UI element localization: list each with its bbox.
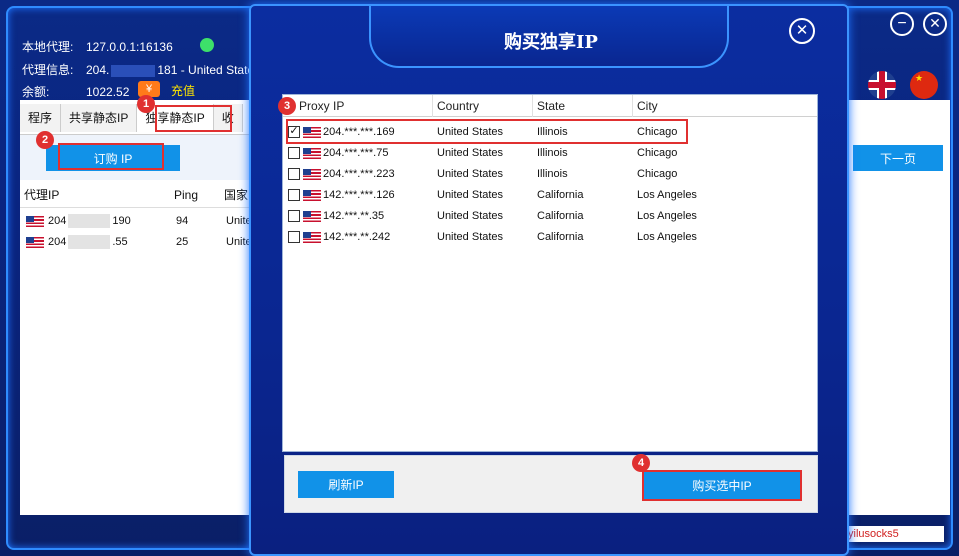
us-flag-icon xyxy=(303,231,321,243)
highlight-order-button xyxy=(58,143,164,170)
ip-value: 142.***.**.242 xyxy=(323,231,391,243)
state-value: California xyxy=(537,210,584,222)
col-ping: Ping xyxy=(174,187,199,202)
ping-value: 25 xyxy=(176,236,189,248)
table-row[interactable]: 204 .55 25 Unite xyxy=(20,232,260,252)
table-row[interactable]: 204.***.***.223 United States Illinois C… xyxy=(283,164,817,185)
us-flag-icon xyxy=(303,147,321,159)
row-checkbox[interactable] xyxy=(288,168,300,180)
step-badge-4: 4 xyxy=(632,454,650,472)
row-checkbox[interactable] xyxy=(288,210,300,222)
state-value: Illinois xyxy=(537,168,568,180)
col-city[interactable]: City xyxy=(633,95,817,117)
country-value: United States xyxy=(437,189,504,201)
row-checkbox[interactable] xyxy=(288,189,300,201)
table-row[interactable]: 142.***.**.242 United States California … xyxy=(283,227,817,248)
english-language-icon[interactable] xyxy=(868,71,896,99)
ip-prefix: 204 xyxy=(48,215,67,227)
recharge-link[interactable]: 充值 xyxy=(171,82,195,99)
close-icon[interactable]: ✕ xyxy=(923,12,947,36)
ip-suffix: .55 xyxy=(112,236,128,248)
ip-value: 204.***.***.223 xyxy=(323,168,395,180)
highlight-selected-row xyxy=(286,119,688,144)
step-badge-2: 2 xyxy=(36,131,54,149)
balance-value: 1022.52 xyxy=(86,85,130,99)
table-row[interactable]: 142.***.***.126 United States California… xyxy=(283,185,817,206)
country-value: Unite xyxy=(226,215,252,227)
table-row[interactable]: 204 190 94 Unite xyxy=(20,211,260,231)
city-value: Los Angeles xyxy=(637,231,697,243)
highlight-exclusive-tab xyxy=(155,105,232,132)
table-row[interactable]: 204.***.***.75 United States Illinois Ch… xyxy=(283,143,817,164)
country-value: Unite xyxy=(226,236,252,248)
redacted-ip-block xyxy=(111,64,156,77)
redacted-ip-block xyxy=(68,214,111,228)
ip-value: 142.***.***.126 xyxy=(323,189,395,201)
local-proxy-value: 127.0.0.1:16136 xyxy=(86,40,173,54)
redacted-ip-block xyxy=(68,235,111,249)
col-country[interactable]: Country xyxy=(433,95,533,117)
balance-row: 余额: 1022.52 xyxy=(22,83,129,100)
proxy-info-row: 代理信息: 204. 181 - United States xyxy=(22,61,260,78)
us-flag-icon xyxy=(303,189,321,201)
us-flag-icon xyxy=(303,210,321,222)
col-proxy-ip: 代理IP xyxy=(24,188,60,202)
proxy-info-value-suffix: 181 - United States xyxy=(157,63,261,77)
col-state[interactable]: State xyxy=(533,95,633,117)
ip-list-table: Proxy IP Country State City ✓ 204.***.**… xyxy=(282,94,818,452)
main-table-header: 代理IP Ping 国家 xyxy=(20,182,260,208)
tab-program[interactable]: 程序 xyxy=(20,104,62,132)
city-value: Chicago xyxy=(637,147,678,159)
dialog-close-icon[interactable]: ✕ xyxy=(789,18,815,44)
us-flag-icon xyxy=(26,215,44,227)
connection-status-icon xyxy=(200,38,214,52)
dialog-title: 购买独享IP xyxy=(504,32,598,53)
balance-label: 余额: xyxy=(22,85,50,99)
step-badge-3: 3 xyxy=(278,97,296,115)
country-value: United States xyxy=(437,168,504,180)
country-value: United States xyxy=(437,147,504,159)
ping-value: 94 xyxy=(176,215,189,227)
us-flag-icon xyxy=(303,168,321,180)
row-checkbox[interactable] xyxy=(288,147,300,159)
country-value: United States xyxy=(437,231,504,243)
tab-shared-static-ip[interactable]: 共享静态IP xyxy=(61,104,138,132)
minimize-icon[interactable]: − xyxy=(890,12,914,36)
ip-prefix: 204 xyxy=(48,236,67,248)
row-checkbox[interactable] xyxy=(288,231,300,243)
footer-brand-text: yilusocks5 xyxy=(846,526,944,542)
state-value: California xyxy=(537,189,584,201)
proxy-info-label: 代理信息: xyxy=(22,63,74,77)
step-badge-1: 1 xyxy=(137,95,155,113)
ip-value: 142.***.**.35 xyxy=(323,210,385,222)
next-page-button[interactable]: 下一页 xyxy=(853,145,943,171)
state-value: Illinois xyxy=(537,147,568,159)
us-flag-icon xyxy=(26,236,44,248)
state-value: California xyxy=(537,231,584,243)
table-row[interactable]: 142.***.**.35 United States California L… xyxy=(283,206,817,227)
city-value: Los Angeles xyxy=(637,210,697,222)
ip-suffix: 190 xyxy=(112,215,131,227)
chinese-language-icon[interactable]: ★ xyxy=(910,71,938,99)
highlight-buy-button xyxy=(642,470,802,501)
ip-table-header: Proxy IP Country State City xyxy=(283,95,817,117)
local-proxy-row: 本地代理: 127.0.0.1:16136 xyxy=(22,38,173,55)
city-value: Los Angeles xyxy=(637,189,697,201)
col-proxy-ip[interactable]: Proxy IP xyxy=(283,95,433,117)
city-value: Chicago xyxy=(637,168,678,180)
country-value: United States xyxy=(437,210,504,222)
refresh-ip-button[interactable]: 刷新IP xyxy=(298,471,394,498)
ip-value: 204.***.***.75 xyxy=(323,147,389,159)
local-proxy-label: 本地代理: xyxy=(22,40,74,54)
col-country: 国家 xyxy=(224,188,249,202)
proxy-info-value-prefix: 204. xyxy=(86,63,110,77)
